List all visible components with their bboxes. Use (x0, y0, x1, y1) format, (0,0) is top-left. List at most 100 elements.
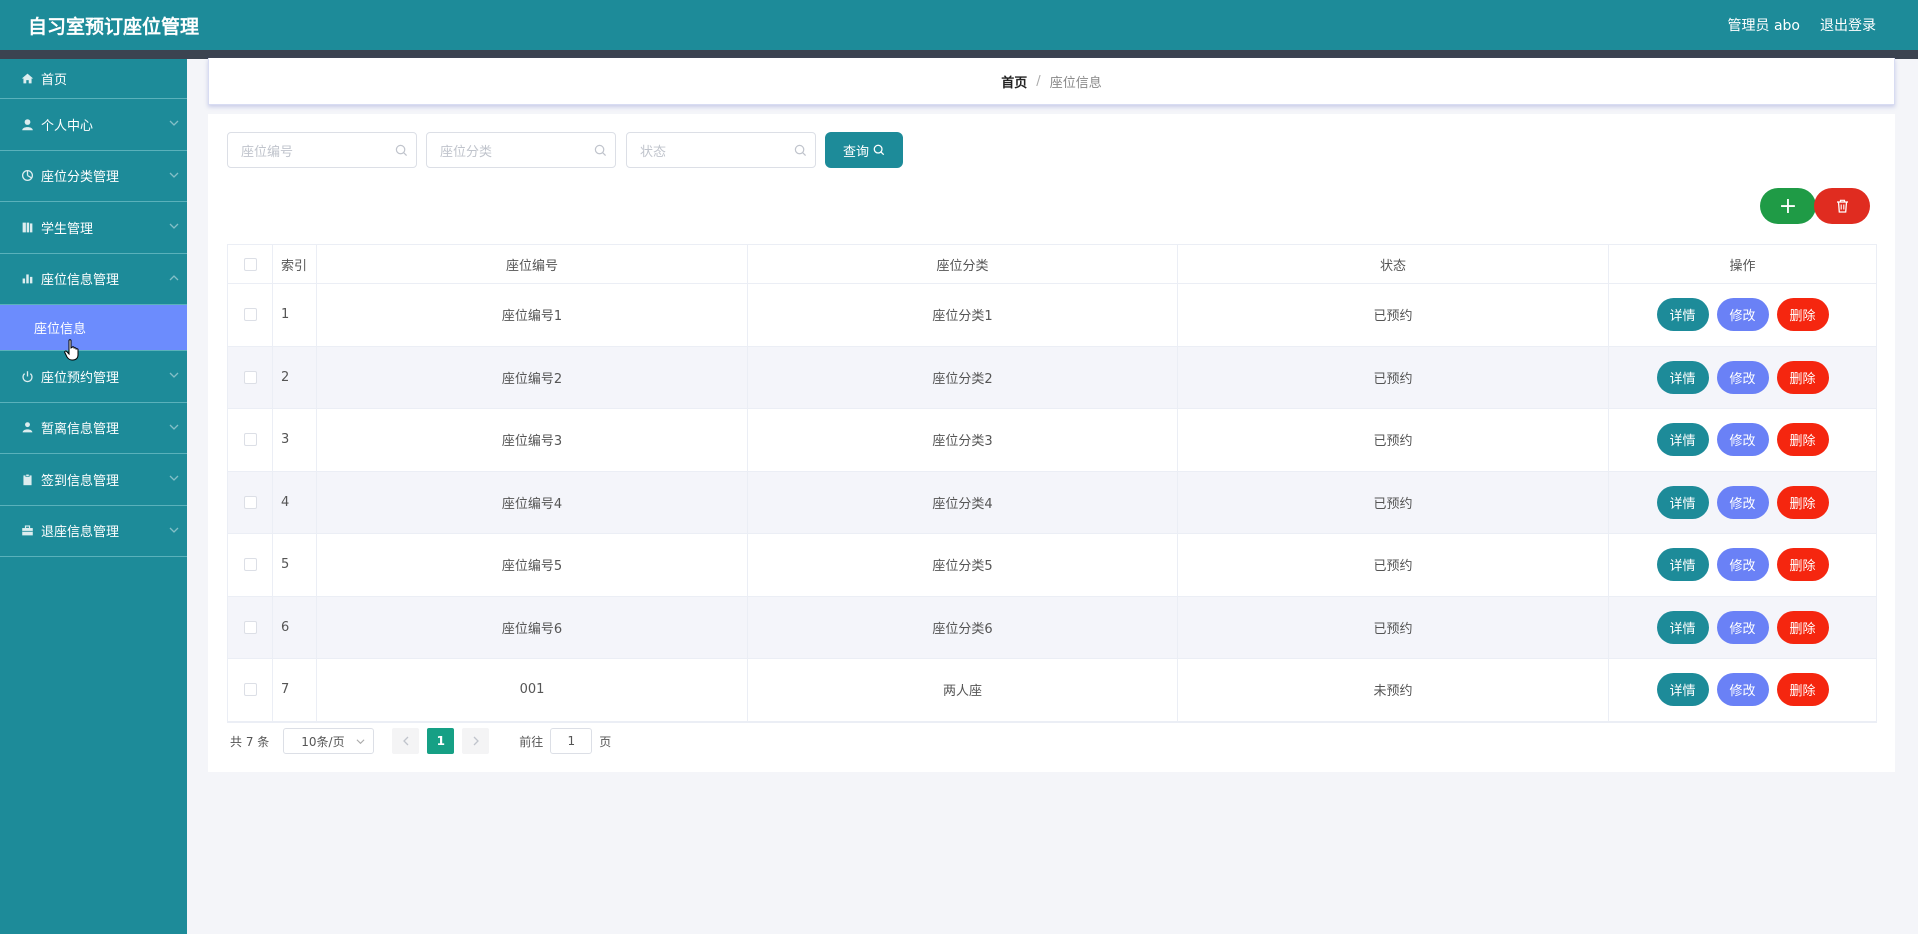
breadcrumb-home[interactable]: 首页 (1001, 72, 1027, 91)
detail-button[interactable]: 详情 (1656, 673, 1709, 707)
sidebar-item-label: 暂离信息管理 (41, 422, 120, 438)
app-title: 自习室预订座位管理 (28, 16, 200, 38)
prev-page-button[interactable] (392, 728, 420, 754)
sidebar-item-temp-leave[interactable]: 暂离信息管理 (0, 403, 187, 454)
row-actions: 详情 修改 删除 (1609, 284, 1876, 346)
sidebar-item-checkout[interactable]: 退座信息管理 (0, 506, 187, 557)
row-checkbox[interactable] (243, 683, 257, 697)
detail-button[interactable]: 详情 (1656, 548, 1709, 582)
logout-link[interactable]: 退出登录 (1820, 15, 1876, 35)
table-row: 2 座位编号2 座位分类2 已预约 详情 修改 删除 (228, 346, 1876, 409)
delete-button[interactable]: 删除 (1776, 673, 1829, 707)
row-category: 座位分类4 (748, 471, 1178, 533)
chevron-down-icon (356, 739, 365, 745)
query-button[interactable]: 查询 (825, 132, 903, 168)
category-placeholder: 座位分类 (440, 144, 493, 160)
edit-button[interactable]: 修改 (1716, 485, 1769, 519)
sidebar: 首页 个人中心 座位分类管理 学生管理 座位信息管理 座位信息 座位预约管理 暂… (0, 59, 187, 934)
row-checkbox[interactable] (243, 370, 257, 384)
bulk-delete-button[interactable] (1814, 188, 1870, 224)
select-all-checkbox[interactable] (243, 257, 257, 271)
row-actions: 详情 修改 删除 (1609, 659, 1876, 721)
status-placeholder: 状态 (640, 144, 667, 160)
edit-button[interactable]: 修改 (1716, 298, 1769, 332)
sidebar-item-checkin[interactable]: 签到信息管理 (0, 454, 187, 506)
clipboard-icon (20, 472, 34, 486)
seat-table: 索引 座位编号 座位分类 状态 操作 1 座位编号1 座位分类1 已预约 详情 … (227, 244, 1877, 723)
book-icon (20, 220, 34, 234)
row-actions: 详情 修改 删除 (1609, 409, 1876, 471)
chevron-down-icon (169, 120, 179, 127)
category-search-input[interactable]: 座位分类 (426, 132, 616, 168)
edit-button[interactable]: 修改 (1716, 360, 1769, 394)
edit-button[interactable]: 修改 (1716, 548, 1769, 582)
page-size-select[interactable]: 10条/页 (283, 728, 375, 754)
row-actions: 详情 修改 删除 (1609, 597, 1876, 659)
top-header: 自习室预订座位管理 管理员 abo 退出登录 (0, 0, 1918, 50)
search-icon (873, 144, 885, 156)
header-category: 座位分类 (748, 245, 1178, 283)
sidebar-item-seat-category[interactable]: 座位分类管理 (0, 151, 187, 202)
row-check-cell (228, 596, 273, 658)
edit-button[interactable]: 修改 (1716, 673, 1769, 707)
query-button-label: 查询 (842, 144, 869, 160)
current-user: 管理员 abo (1727, 18, 1800, 34)
header-status: 状态 (1178, 245, 1609, 283)
row-status: 已预约 (1178, 471, 1609, 533)
detail-button[interactable]: 详情 (1656, 423, 1709, 457)
select-all-cell (228, 245, 273, 283)
delete-button[interactable]: 删除 (1776, 423, 1829, 457)
delete-button[interactable]: 删除 (1776, 485, 1829, 519)
delete-button[interactable]: 删除 (1776, 360, 1829, 394)
user-icon (20, 117, 34, 131)
seat-no-search-input[interactable]: 座位编号 (227, 132, 417, 168)
row-checkbox[interactable] (243, 433, 257, 447)
briefcase-icon (20, 524, 34, 538)
row-seat-no: 座位编号5 (317, 534, 748, 596)
row-checkbox[interactable] (243, 495, 257, 509)
breadcrumb: 首页 / 座位信息 (208, 58, 1895, 105)
edit-button[interactable]: 修改 (1716, 610, 1769, 644)
row-category: 座位分类3 (748, 409, 1178, 471)
home-icon (20, 72, 34, 86)
table-row: 7 001 两人座 未预约 详情 修改 删除 (228, 659, 1876, 722)
row-checkbox[interactable] (243, 620, 257, 634)
row-status: 已预约 (1178, 409, 1609, 471)
chevron-right-icon (473, 736, 479, 746)
chevron-left-icon (402, 736, 409, 746)
next-page-button[interactable] (462, 728, 490, 754)
chevron-down-icon (169, 372, 179, 379)
chevron-down-icon (169, 172, 179, 178)
delete-button[interactable]: 删除 (1776, 610, 1829, 644)
sidebar-item-students[interactable]: 学生管理 (0, 202, 187, 254)
detail-button[interactable]: 详情 (1656, 298, 1709, 332)
bar-chart-icon (20, 272, 34, 286)
detail-button[interactable]: 详情 (1656, 360, 1709, 394)
row-check-cell (228, 534, 273, 596)
header-seat-no: 座位编号 (317, 245, 748, 283)
detail-button[interactable]: 详情 (1656, 485, 1709, 519)
category-icon (20, 169, 34, 183)
sidebar-item-seat-info[interactable]: 座位信息管理 (0, 254, 187, 305)
status-search-input[interactable]: 状态 (626, 132, 816, 168)
row-status: 已预约 (1178, 596, 1609, 658)
sidebar-item-reservations[interactable]: 座位预约管理 (0, 351, 187, 403)
page-number-current[interactable]: 1 (427, 728, 455, 754)
row-index: 4 (273, 471, 317, 533)
sidebar-item-profile[interactable]: 个人中心 (0, 99, 187, 151)
row-seat-no: 座位编号4 (317, 471, 748, 533)
delete-button[interactable]: 删除 (1776, 298, 1829, 332)
sidebar-item-label: 座位分类管理 (41, 170, 120, 186)
chevron-up-icon (169, 274, 179, 281)
goto-page-input[interactable]: 1 (550, 728, 593, 754)
row-checkbox[interactable] (243, 558, 257, 572)
pagination: 共 7 条 10条/页 1 前往 1 页 (230, 728, 611, 754)
add-button[interactable]: + (1760, 188, 1816, 224)
row-checkbox[interactable] (243, 308, 257, 322)
edit-button[interactable]: 修改 (1716, 423, 1769, 457)
sidebar-item-home[interactable]: 首页 (0, 59, 187, 99)
search-icon (395, 144, 408, 157)
delete-button[interactable]: 删除 (1776, 548, 1829, 582)
detail-button[interactable]: 详情 (1656, 610, 1709, 644)
sidebar-subitem-seat-info[interactable]: 座位信息 (0, 305, 187, 351)
